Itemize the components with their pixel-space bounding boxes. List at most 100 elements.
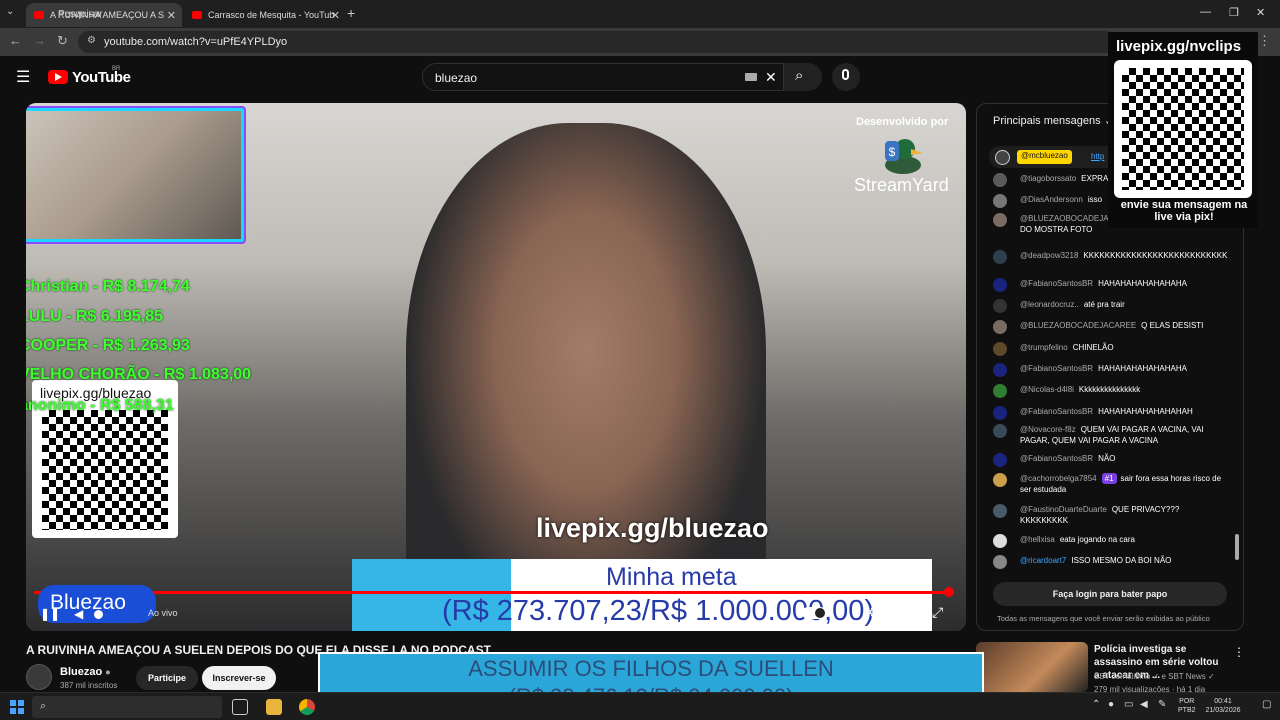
pinned-link[interactable]: http [1091, 152, 1104, 161]
login-to-chat-button[interactable]: Faça login para bater papo [993, 582, 1227, 606]
seek-handle[interactable] [943, 587, 954, 597]
avatar [993, 320, 1007, 334]
clock-time: 00:41 [1214, 698, 1232, 705]
avatar [993, 504, 1007, 518]
chat-author: @DiasAndersonn [1020, 195, 1083, 204]
tab-inactive[interactable]: Carrasco de Mesquita - YouTub ✕ [184, 3, 346, 27]
chat-message-body: @trumpfelino CHINELÃO [1020, 342, 1225, 353]
qr-code [42, 410, 168, 530]
chat-scrollbar[interactable] [1235, 534, 1239, 560]
search-value: bluezao [435, 71, 478, 85]
volume-icon[interactable]: ◀ [74, 607, 83, 621]
language-indicator[interactable]: POR PTB2 [1178, 697, 1196, 715]
windows-start-icon[interactable] [10, 700, 24, 714]
network-icon[interactable]: ▭ [1124, 699, 1133, 710]
chat-message-body: @BLUEZAOBOCADEJACAREE Q ELAS DESISTI [1020, 320, 1225, 331]
taskbar-clock[interactable]: 00:41 21/03/2026 [1198, 697, 1248, 715]
microphone-tray-icon[interactable]: ● [1108, 699, 1114, 710]
browser-toolbar: ← → ↻ ⚙ youtube.com/watch?v=uPfE4YPLDyo … [0, 28, 1280, 56]
avatar [993, 453, 1007, 467]
chat-author: @FabianoSantosBR [1020, 407, 1094, 416]
tab-active[interactable]: A RUIVINHA AMEAÇOU A S ✕ [26, 3, 182, 27]
chat-message-body: @ricardoart7 ISSO MESMO DA BOI NÃO [1020, 555, 1225, 566]
search-button[interactable]: ⌕ [784, 63, 822, 91]
youtube-favicon-icon [192, 11, 202, 19]
notifications-icon[interactable]: ▢ [1262, 699, 1271, 710]
keyboard-icon[interactable] [745, 73, 757, 81]
tab-list-icon[interactable]: ⌄ [6, 6, 14, 17]
avatar [993, 278, 1007, 292]
autoplay-toggle[interactable] [802, 607, 826, 619]
streamyard-duck-icon: $ [885, 139, 923, 174]
qr-code [1122, 68, 1244, 190]
video-player[interactable]: Christian - R$ 8.174,74 LULU - R$ 6.195,… [26, 103, 966, 631]
streamyard-name: StreamYard [854, 175, 949, 195]
pause-icon[interactable]: ❚❚ [40, 607, 60, 621]
clear-search-icon[interactable]: ✕ [765, 69, 777, 86]
menu-icon[interactable]: ☰ [16, 67, 30, 87]
webcam-overlay [26, 106, 246, 244]
chat-mode-dropdown[interactable]: Principais mensagens ⌄ [993, 114, 1113, 127]
goal-banner-title: ASSUMIR OS FILHOS DA SUELLEN [468, 656, 834, 681]
chat-message-body: @FabianoSantosBR HAHAHAHAHAHAHAHA [1020, 363, 1225, 374]
chat-message-body: @FabianoSantosBR NÃO [1020, 453, 1225, 464]
avatar[interactable] [26, 664, 52, 690]
keyboard-layout: PTB2 [1178, 707, 1196, 714]
recommended-thumbnail[interactable] [976, 642, 1088, 692]
miniplayer-icon[interactable]: ▭ [900, 604, 913, 621]
avatar [993, 363, 1007, 377]
address-bar[interactable]: ⚙ youtube.com/watch?v=uPfE4YPLDyo [78, 31, 1118, 53]
volume-slider[interactable] [94, 610, 103, 619]
channel-name[interactable]: Bluezao ● [60, 666, 111, 678]
streamyard-credit: Desenvolvido por [856, 116, 949, 128]
youtube-wordmark[interactable]: YouTube [72, 69, 131, 86]
chat-author: @FabianoSantosBR [1020, 454, 1094, 463]
volume-tray-icon[interactable]: ◀ [1140, 699, 1148, 710]
chat-mode-label: Principais mensagens [993, 115, 1101, 127]
settings-icon[interactable]: ⚙ [868, 604, 881, 621]
chat-author: @BLUEZAOBOCADEJACAREE [1020, 321, 1137, 330]
donor-line: COOPER - R$ 1.263,93 [26, 337, 190, 354]
pinned-author: @mcbluezao [1017, 150, 1072, 164]
forward-icon[interactable]: → [33, 33, 46, 48]
chrome-icon[interactable] [299, 699, 315, 715]
youtube-logo-icon[interactable] [48, 70, 68, 84]
close-tab-icon[interactable]: ✕ [331, 9, 340, 22]
seek-bar[interactable] [34, 591, 949, 594]
site-info-icon[interactable]: ⚙ [87, 35, 96, 46]
minimize-icon[interactable]: — [1200, 6, 1211, 18]
taskbar-search-input[interactable]: ⌕ [32, 696, 222, 718]
chat-text: Q ELAS DESISTI [1141, 321, 1204, 330]
region-label: BR [112, 66, 121, 72]
avatar [993, 555, 1007, 569]
chat-text: HAHAHAHAHAHAHAHAH [1098, 407, 1193, 416]
join-button[interactable]: Participe [136, 666, 198, 690]
file-explorer-icon[interactable] [266, 699, 282, 715]
reload-icon[interactable]: ↻ [57, 33, 68, 49]
subscribe-button[interactable]: Inscrever-se [202, 666, 276, 690]
back-icon[interactable]: ← [9, 33, 22, 48]
search-input[interactable]: bluezao ✕ [422, 63, 784, 91]
voice-search-button[interactable] [832, 63, 860, 91]
close-window-icon[interactable]: ✕ [1256, 6, 1265, 19]
avatar [993, 424, 1007, 438]
chat-text: KKKKKKKKKKKKKKKKKKKKKKKKKKK [1083, 251, 1228, 260]
task-view-icon[interactable] [232, 699, 248, 715]
new-tab-icon[interactable]: + [347, 5, 355, 21]
chat-text: HAHAHAHAHAHAHAHA [1098, 279, 1187, 288]
restore-icon[interactable]: ❐ [1229, 6, 1239, 19]
donor-line: Christian - R$ 8.174,74 [26, 278, 190, 295]
close-tab-icon[interactable]: ✕ [167, 9, 176, 22]
live-label[interactable]: Ao vivo [148, 608, 178, 618]
chat-message-body: @hellxisa eata jogando na cara [1020, 534, 1225, 545]
more-options-icon[interactable]: ⋮ [1233, 645, 1245, 659]
pen-icon[interactable]: ✎ [1158, 699, 1166, 710]
chat-message-body: @FabianoSantosBR HAHAHAHAHAHAHAHAH [1020, 406, 1225, 417]
windows-taskbar: ⌕ ⌃ ● ▭ ◀ ✎ ▢ [0, 692, 1280, 720]
tab-label: Carrasco de Mesquita - YouTub [208, 10, 335, 20]
donor-line: anonimo - R$ 588,31 [26, 397, 174, 414]
fullscreen-icon[interactable]: ⤢ [932, 604, 943, 621]
tray-chevron-icon[interactable]: ⌃ [1092, 699, 1100, 710]
chat-author: @deadpow3218 [1020, 251, 1079, 260]
browser-menu-icon[interactable]: ⋮ [1258, 33, 1271, 49]
